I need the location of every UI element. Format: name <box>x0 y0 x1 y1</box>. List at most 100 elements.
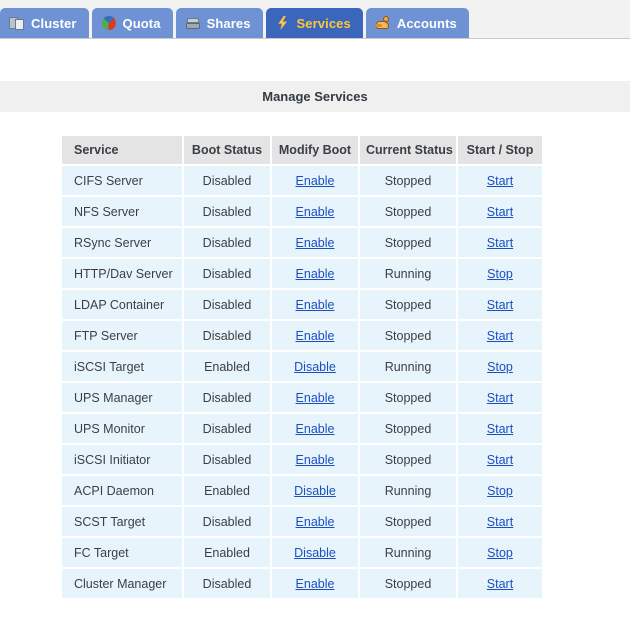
tab-accounts[interactable]: Accounts <box>365 8 469 38</box>
cell-modify-boot: Enable <box>272 507 358 536</box>
cell-boot-status: Disabled <box>184 569 270 598</box>
modify-boot-link[interactable]: Enable <box>296 267 335 281</box>
cell-start-stop: Stop <box>458 352 542 381</box>
cell-current-status: Stopped <box>360 569 456 598</box>
tab-cluster[interactable]: Cluster <box>0 8 89 38</box>
cell-modify-boot: Enable <box>272 321 358 350</box>
cell-service-name: LDAP Container <box>62 290 182 319</box>
tab-list: Cluster Quota Shares Services Accounts <box>0 7 469 38</box>
modify-boot-link[interactable]: Enable <box>296 391 335 405</box>
tab-label: Services <box>296 15 351 31</box>
tab-shares[interactable]: Shares <box>175 8 263 38</box>
cell-service-name: Cluster Manager <box>62 569 182 598</box>
cell-service-name: RSync Server <box>62 228 182 257</box>
table-row: iSCSI Target Enabled Disable Running Stop <box>62 352 542 381</box>
start-stop-link[interactable]: Start <box>487 391 513 405</box>
cell-current-status: Running <box>360 259 456 288</box>
cell-service-name: iSCSI Target <box>62 352 182 381</box>
cell-start-stop: Start <box>458 228 542 257</box>
cell-boot-status: Disabled <box>184 414 270 443</box>
cell-boot-status: Disabled <box>184 507 270 536</box>
cell-current-status: Running <box>360 538 456 567</box>
main-tab-bar: Cluster Quota Shares Services Accounts <box>0 0 630 39</box>
table-row: HTTP/Dav Server Disabled Enable Running Stop <box>62 259 542 288</box>
modify-boot-link[interactable]: Disable <box>294 484 336 498</box>
start-stop-link[interactable]: Start <box>487 422 513 436</box>
modify-boot-link[interactable]: Enable <box>296 515 335 529</box>
modify-boot-link[interactable]: Enable <box>296 205 335 219</box>
table-header-row: Service Boot Status Modify Boot Current … <box>62 136 542 164</box>
cluster-icon <box>9 15 25 31</box>
cell-boot-status: Enabled <box>184 476 270 505</box>
column-header-current-status: Current Status <box>360 136 456 164</box>
cell-current-status: Stopped <box>360 383 456 412</box>
start-stop-link[interactable]: Stop <box>487 360 513 374</box>
column-header-boot-status: Boot Status <box>184 136 270 164</box>
modify-boot-link[interactable]: Enable <box>296 577 335 591</box>
tab-services[interactable]: Services <box>265 8 363 38</box>
cell-modify-boot: Enable <box>272 197 358 226</box>
cell-modify-boot: Enable <box>272 414 358 443</box>
start-stop-link[interactable]: Start <box>487 205 513 219</box>
modify-boot-link[interactable]: Enable <box>296 298 335 312</box>
start-stop-link[interactable]: Start <box>487 236 513 250</box>
table-row: SCST Target Disabled Enable Stopped Start <box>62 507 542 536</box>
start-stop-link[interactable]: Stop <box>487 546 513 560</box>
modify-boot-link[interactable]: Enable <box>296 174 335 188</box>
cell-start-stop: Start <box>458 569 542 598</box>
cell-service-name: SCST Target <box>62 507 182 536</box>
modify-boot-link[interactable]: Enable <box>296 236 335 250</box>
cell-current-status: Running <box>360 476 456 505</box>
table-header: Service Boot Status Modify Boot Current … <box>62 136 542 164</box>
start-stop-link[interactable]: Start <box>487 298 513 312</box>
table-row: FC Target Enabled Disable Running Stop <box>62 538 542 567</box>
cell-modify-boot: Enable <box>272 228 358 257</box>
column-header-modify-boot: Modify Boot <box>272 136 358 164</box>
cell-service-name: NFS Server <box>62 197 182 226</box>
cell-start-stop: Stop <box>458 476 542 505</box>
table-row: NFS Server Disabled Enable Stopped Start <box>62 197 542 226</box>
start-stop-link[interactable]: Start <box>487 453 513 467</box>
modify-boot-link[interactable]: Disable <box>294 360 336 374</box>
modify-boot-link[interactable]: Enable <box>296 329 335 343</box>
start-stop-link[interactable]: Stop <box>487 484 513 498</box>
cell-boot-status: Disabled <box>184 166 270 195</box>
cell-boot-status: Disabled <box>184 290 270 319</box>
modify-boot-link[interactable]: Disable <box>294 546 336 560</box>
cell-modify-boot: Disable <box>272 476 358 505</box>
cell-current-status: Stopped <box>360 166 456 195</box>
cell-start-stop: Start <box>458 197 542 226</box>
start-stop-link[interactable]: Start <box>487 577 513 591</box>
cell-service-name: iSCSI Initiator <box>62 445 182 474</box>
services-table-container: Service Boot Status Modify Boot Current … <box>0 112 630 600</box>
quota-icon <box>101 15 117 31</box>
cell-boot-status: Disabled <box>184 383 270 412</box>
table-row: UPS Monitor Disabled Enable Stopped Start <box>62 414 542 443</box>
cell-boot-status: Disabled <box>184 197 270 226</box>
modify-boot-link[interactable]: Enable <box>296 422 335 436</box>
column-header-start-stop: Start / Stop <box>458 136 542 164</box>
table-row: iSCSI Initiator Disabled Enable Stopped Star… <box>62 445 542 474</box>
table-row: Cluster Manager Disabled Enable Stopped Star… <box>62 569 542 598</box>
cell-start-stop: Start <box>458 166 542 195</box>
cell-current-status: Stopped <box>360 414 456 443</box>
table-row: UPS Manager Disabled Enable Stopped Start <box>62 383 542 412</box>
cell-start-stop: Start <box>458 445 542 474</box>
cell-start-stop: Stop <box>458 259 542 288</box>
cell-service-name: UPS Manager <box>62 383 182 412</box>
accounts-icon <box>374 15 391 31</box>
cell-service-name: CIFS Server <box>62 166 182 195</box>
cell-current-status: Stopped <box>360 290 456 319</box>
start-stop-link[interactable]: Stop <box>487 267 513 281</box>
cell-service-name: FTP Server <box>62 321 182 350</box>
start-stop-link[interactable]: Start <box>487 329 513 343</box>
cell-start-stop: Start <box>458 507 542 536</box>
modify-boot-link[interactable]: Enable <box>296 453 335 467</box>
cell-start-stop: Stop <box>458 538 542 567</box>
cell-service-name: HTTP/Dav Server <box>62 259 182 288</box>
tab-quota[interactable]: Quota <box>91 8 173 38</box>
cell-modify-boot: Enable <box>272 166 358 195</box>
start-stop-link[interactable]: Start <box>487 174 513 188</box>
tab-label: Cluster <box>31 15 77 31</box>
start-stop-link[interactable]: Start <box>487 515 513 529</box>
